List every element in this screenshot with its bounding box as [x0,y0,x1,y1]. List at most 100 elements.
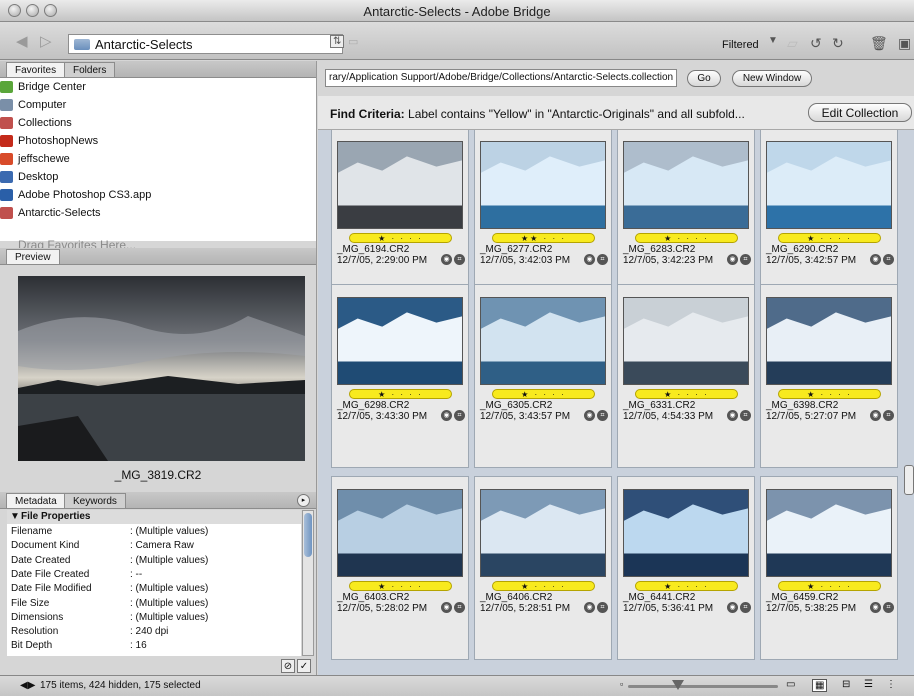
content-scrollbar[interactable] [904,465,914,495]
recent-folder-icon[interactable]: ▭ [348,35,358,48]
rating-label[interactable]: ★ · · · · [778,233,881,243]
favorites-list: Bridge Center Computer Collections Photosho… [0,78,316,252]
preview-image[interactable] [18,276,305,461]
thumbnail-cell[interactable]: ★ · · · · _MG_6459.CR2 12/7/05, 5:38:25 PM… [760,476,898,660]
file-properties-header[interactable]: ▼ File Properties [7,510,301,524]
favorite-item[interactable]: Bridge Center [0,78,86,96]
metadata-row[interactable]: Date File Modified: (Multiple values) [7,582,301,596]
thumbnail-cell[interactable]: ★ · · · · _MG_6305.CR2 12/7/05, 3:43:57 PM… [474,284,612,468]
filter-dropdown-icon[interactable]: ▼ [768,35,778,46]
panel-menu-icon[interactable]: ▸ [297,494,310,507]
metadata-row[interactable]: Date File Created: -- [7,568,301,582]
thumbnail-cell[interactable]: ★ · · · · _MG_6406.CR2 12/7/05, 5:28:51 PM… [474,476,612,660]
metadata-row[interactable]: Resolution: 240 dpi [7,625,301,639]
camera-raw-icon: ◉ [584,254,595,265]
rating-label[interactable]: ★ · · · · [778,581,881,591]
tab-favorites[interactable]: Favorites [6,62,66,77]
collection-path-input[interactable]: rary/Application Support/Adobe/Bridge/Co… [325,69,677,87]
path-stepper-icon[interactable]: ⇅ [330,35,345,48]
thumbnail-image[interactable] [766,297,892,385]
edit-collection-button[interactable]: Edit Collection [808,103,912,122]
metadata-row[interactable]: Bit Depth: 16 [7,639,301,653]
metadata-row[interactable]: Date Created: (Multiple values) [7,554,301,568]
thumbnail-date: 12/7/05, 5:28:51 PM [480,603,571,614]
panel-toggle-icon[interactable]: ◀▶ [20,680,35,691]
rating-label[interactable]: ★ · · · · [349,581,452,591]
rating-label[interactable]: ★ · · · · [492,581,595,591]
forward-arrow-icon[interactable]: ▷ [40,32,52,50]
thumbnail-image[interactable] [480,141,606,229]
versions-view-icon[interactable]: ⋮ [886,679,896,690]
rating-label[interactable]: ★ · · · · [349,389,452,399]
tab-folders[interactable]: Folders [64,62,116,77]
favorite-item[interactable]: Antarctic-Selects [0,204,101,222]
crop-icon: ⌗ [454,254,465,265]
thumbnail-image[interactable] [337,141,463,229]
thumbnail-date: 12/7/05, 5:38:25 PM [766,603,857,614]
thumbnail-image[interactable] [766,489,892,577]
favorite-item[interactable]: PhotoshopNews [0,132,98,150]
path-dropdown[interactable]: Antarctic-Selects [68,34,343,54]
details-view-icon[interactable]: ☰ [864,679,873,690]
rating-label[interactable]: ★ · · · · [492,389,595,399]
rotate-left-icon[interactable]: ↺ [810,35,822,52]
thumbnail-cell[interactable]: ★ · · · · _MG_6398.CR2 12/7/05, 5:27:07 PM… [760,284,898,468]
tab-metadata[interactable]: Metadata [6,493,66,508]
favorite-item[interactable]: Collections [0,114,72,132]
go-button[interactable]: Go [687,70,721,87]
camera-raw-icon: ◉ [870,602,881,613]
filtered-label[interactable]: Filtered [722,39,759,51]
camera-raw-icon: ◉ [441,410,452,421]
thumbnail-image[interactable] [480,297,606,385]
rating-label[interactable]: ★ · · · · [635,389,738,399]
thumbnail-cell[interactable]: ★ · · · · _MG_6331.CR2 12/7/05, 4:54:33 PM… [617,284,755,468]
thumbnail-view-icon[interactable]: ▦ [812,679,828,692]
thumbnail-cell[interactable]: ★ · · · · _MG_6403.CR2 12/7/05, 5:28:02 PM… [331,476,469,660]
tab-keywords[interactable]: Keywords [64,493,126,508]
metadata-value: : (Multiple values) [130,611,209,623]
back-arrow-icon[interactable]: ◀ [16,32,28,50]
compact-mode-icon[interactable]: ▣ [898,35,911,52]
rating-label[interactable]: ★★ · · · [492,233,595,243]
apply-edit-icon[interactable]: ✓ [297,659,311,673]
thumbnail-image[interactable] [623,141,749,229]
slider-handle[interactable] [672,680,684,690]
metadata-row[interactable]: Document Kind: Camera Raw [7,539,301,553]
favorite-item[interactable]: Adobe Photoshop CS3.app [0,186,151,204]
path-label: Antarctic-Selects [95,37,193,52]
rating-label[interactable]: ★ · · · · [635,233,738,243]
rating-label[interactable]: ★ · · · · [635,581,738,591]
thumbnail-image[interactable] [623,489,749,577]
disclosure-triangle-icon[interactable]: ▼ [10,510,20,524]
thumbnail-image[interactable] [623,297,749,385]
thumbnail-cell[interactable]: ★ · · · · _MG_6298.CR2 12/7/05, 3:43:30 PM… [331,284,469,468]
rating-label[interactable]: ★ · · · · [349,233,452,243]
scroll-thumb[interactable] [304,513,312,557]
filmstrip-view-icon[interactable]: ⊟ [842,679,850,690]
new-folder-icon[interactable]: ▱ [787,35,798,52]
metadata-row[interactable]: File Size: (Multiple values) [7,597,301,611]
cancel-edit-icon[interactable]: ⊘ [281,659,295,673]
thumbnail-image[interactable] [337,297,463,385]
favorite-item[interactable]: Desktop [0,168,58,186]
thumbnail-image[interactable] [480,489,606,577]
tab-preview[interactable]: Preview [6,249,60,264]
trash-icon[interactable]: 🗑 [870,35,888,52]
favorite-item[interactable]: jeffschewe [0,150,70,168]
metadata-key: File Size [11,597,50,609]
metadata-row[interactable]: Dimensions: (Multiple values) [7,611,301,625]
thumbnail-filename: _MG_6298.CR2 [337,400,410,411]
thumbnail-image[interactable] [337,489,463,577]
thumbnail-cell[interactable]: ★ · · · · _MG_6441.CR2 12/7/05, 5:36:41 PM… [617,476,755,660]
thumbnail-image[interactable] [766,141,892,229]
metadata-row[interactable]: Filename: (Multiple values) [7,525,301,539]
metadata-key: Filename [11,526,53,537]
metadata-scrollbar[interactable] [302,510,314,656]
rating-label[interactable]: ★ · · · · [778,389,881,399]
large-thumb-icon[interactable]: ▭ [786,679,795,690]
small-thumb-icon[interactable]: ▫ [620,679,623,689]
favorite-item[interactable]: Computer [0,96,66,114]
rotate-right-icon[interactable]: ↻ [832,35,844,52]
thumbnail-size-slider[interactable] [628,685,778,688]
new-window-button[interactable]: New Window [732,70,812,87]
